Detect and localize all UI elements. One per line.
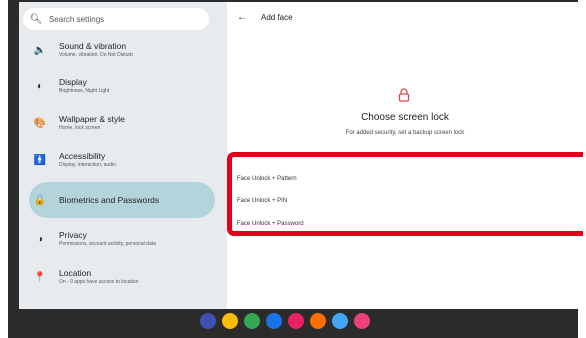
dock-app-icon[interactable]: [332, 313, 348, 329]
sidebar-item-location[interactable]: 📍 Location On - 0 apps have access to loca…: [29, 259, 215, 295]
settings-sidebar: 🔍︎ Search settings 🔈 Sound & vibration Vol…: [19, 2, 227, 309]
sidebar-item-text: Wallpaper & style Home, lock screen: [59, 114, 125, 132]
accessibility-icon: 🚹: [33, 154, 47, 166]
sidebar-item-sound-vibration[interactable]: 🔈 Sound & vibration Volume, vibration, Do …: [29, 32, 215, 68]
sidebar-item-title: Privacy: [59, 230, 87, 240]
dock-app-icon[interactable]: [266, 313, 282, 329]
sidebar-item-display[interactable]: ◐ Display Brightness, Night Light: [29, 68, 215, 104]
taskbar: [8, 307, 578, 338]
sidebar-item-biometrics-and-passwords[interactable]: 🔒 Biometrics and Passwords: [29, 182, 215, 218]
app-dock: [200, 313, 370, 329]
sidebar-item-title: Biometrics and Passwords: [59, 194, 160, 205]
sidebar-item-title: Location: [59, 268, 92, 278]
back-arrow-icon[interactable]: ←: [237, 12, 255, 23]
location-icon: 📍: [33, 271, 47, 283]
search-icon: 🔍︎: [29, 13, 43, 25]
page-title: Add face: [261, 13, 293, 22]
sidebar-item-text: Accessibility Display, interaction, audio: [59, 151, 116, 169]
sidebar-item-accessibility[interactable]: 🚹 Accessibility Display, interaction, audi…: [29, 142, 215, 178]
sidebar-item-wallpaper-style[interactable]: 🎨 Wallpaper & style Home, lock screen: [29, 105, 215, 141]
sidebar-item-text: Location On - 0 apps have access to locat…: [59, 268, 139, 286]
palette-icon: 🎨: [33, 117, 47, 129]
sidebar-item-title: Sound & vibration: [59, 41, 127, 51]
screen-lock-subtitle: For added security, set a backup screen …: [345, 130, 465, 136]
dock-app-icon[interactable]: [244, 313, 260, 329]
search-placeholder: Search settings: [49, 14, 105, 24]
dock-app-icon[interactable]: [288, 313, 304, 329]
sidebar-item-text: Sound & vibration Volume, vibration, Do N…: [59, 41, 133, 59]
privacy-icon: ◑: [36, 233, 44, 245]
sidebar-item-privacy[interactable]: ◑ Privacy Permissions, account activity, p…: [29, 221, 215, 257]
screen-lock-heading: Choose screen lock: [361, 112, 449, 123]
dock-app-icon[interactable]: [310, 313, 326, 329]
display-icon: ◐: [36, 80, 44, 92]
sidebar-item-title: Wallpaper & style: [59, 114, 125, 124]
dock-app-icon[interactable]: [354, 313, 370, 329]
sidebar-item-title: Display: [59, 77, 87, 87]
sidebar-item-subtitle: Display, interaction, audio: [59, 162, 116, 168]
dock-app-icon[interactable]: [200, 313, 216, 329]
sidebar-item-text: Display Brightness, Night Light: [59, 77, 109, 95]
sidebar-item-subtitle: Permissions, account activity, personal …: [59, 241, 156, 247]
sidebar-item-subtitle: On - 0 apps have access to location: [59, 279, 139, 285]
lock-icon: [398, 88, 410, 102]
sidebar-item-subtitle: Home, lock screen: [59, 125, 101, 131]
screen: 🔍︎ Search settings 🔈 Sound & vibration Vol…: [19, 2, 583, 309]
sidebar-item-subtitle: Volume, vibration, Do Not Disturb: [59, 52, 133, 58]
speaker-icon: 🔈: [33, 44, 47, 56]
dock-app-icon[interactable]: [222, 313, 238, 329]
sidebar-item-subtitle: Brightness, Night Light: [59, 88, 110, 94]
sidebar-item-text: Biometrics and Passwords: [59, 195, 159, 206]
highlight-box: [227, 152, 583, 236]
search-bar[interactable]: 🔍︎ Search settings: [23, 8, 209, 30]
sidebar-item-title: Accessibility: [59, 151, 106, 161]
sidebar-item-text: Privacy Permissions, account activity, pe…: [59, 230, 156, 248]
device-frame: 🔍︎ Search settings 🔈 Sound & vibration Vol…: [8, 0, 583, 338]
content-pane: ← Add face Choose screen lock For added …: [227, 2, 583, 309]
top-bar: ← Add face: [237, 12, 293, 23]
lock-icon: 🔒: [33, 194, 47, 206]
